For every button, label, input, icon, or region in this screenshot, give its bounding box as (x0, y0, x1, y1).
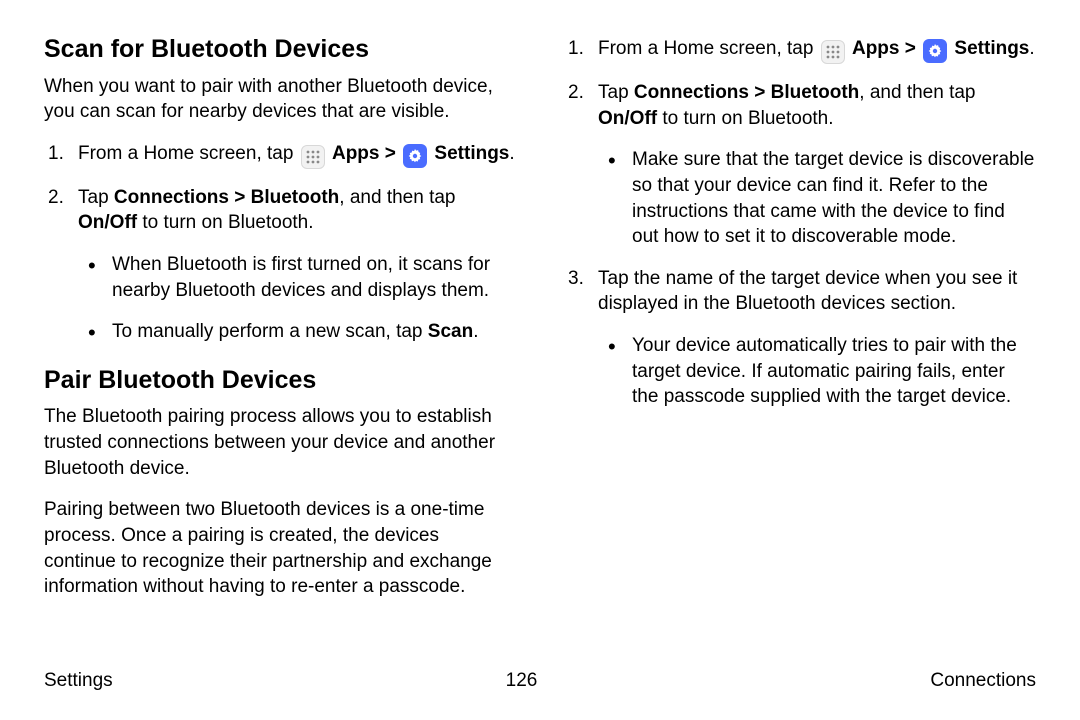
scan-step-1: From a Home screen, tap Apps > Settings. (44, 141, 516, 169)
text: , and then tap (859, 82, 975, 103)
left-column: Scan for Bluetooth Devices When you want… (44, 36, 516, 662)
apps-label: Apps (852, 38, 900, 59)
para-pair-1: The Bluetooth pairing process allows you… (44, 404, 516, 481)
para-scan-intro: When you want to pair with another Bluet… (44, 74, 516, 125)
chevron: > (899, 38, 921, 59)
chevron: > (379, 143, 401, 164)
text-bold: On/Off (78, 212, 137, 233)
scan-sub-2: To manually perform a new scan, tap Scan… (78, 319, 516, 345)
text-bold: On/Off (598, 108, 657, 129)
text: Tap (598, 82, 634, 103)
pair-steps: From a Home screen, tap Apps > Settings.… (564, 36, 1036, 410)
text: From a Home screen, tap (78, 143, 299, 164)
right-column: From a Home screen, tap Apps > Settings.… (564, 36, 1036, 662)
settings-label: Settings (434, 143, 509, 164)
pair-step-3: Tap the name of the target device when y… (564, 266, 1036, 410)
pair-step-2-subs: Make sure that the target device is disc… (598, 147, 1036, 250)
text-bold: Scan (428, 321, 473, 342)
settings-icon (923, 39, 947, 63)
text-bold: Connections > Bluetooth (634, 82, 859, 103)
text-bold: Connections > Bluetooth (114, 187, 339, 208)
scan-steps: From a Home screen, tap Apps > Settings.… (44, 141, 516, 345)
footer-left: Settings (44, 670, 113, 692)
text: . (509, 143, 514, 164)
text: to turn on Bluetooth. (137, 212, 313, 233)
scan-step-2-subs: When Bluetooth is first turned on, it sc… (78, 252, 516, 345)
pair-step-1: From a Home screen, tap Apps > Settings. (564, 36, 1036, 64)
settings-label: Settings (954, 38, 1029, 59)
content-columns: Scan for Bluetooth Devices When you want… (44, 36, 1036, 662)
scan-step-2: Tap Connections > Bluetooth, and then ta… (44, 185, 516, 345)
pair-sub-2: Your device automatically tries to pair … (598, 333, 1036, 410)
pair-step-2: Tap Connections > Bluetooth, and then ta… (564, 80, 1036, 250)
apps-label: Apps (332, 143, 380, 164)
para-pair-2: Pairing between two Bluetooth devices is… (44, 497, 516, 600)
pair-section: Pair Bluetooth Devices The Bluetooth pai… (44, 367, 516, 600)
pair-sub-1: Make sure that the target device is disc… (598, 147, 1036, 250)
text: Tap the name of the target device when y… (598, 268, 1017, 315)
footer-right: Connections (930, 670, 1036, 692)
text: From a Home screen, tap (598, 38, 819, 59)
settings-icon (403, 144, 427, 168)
text: . (473, 321, 478, 342)
text: Tap (78, 187, 114, 208)
text: To manually perform a new scan, tap (112, 321, 428, 342)
scan-sub-1: When Bluetooth is first turned on, it sc… (78, 252, 516, 303)
pair-step-3-subs: Your device automatically tries to pair … (598, 333, 1036, 410)
text: , and then tap (339, 187, 455, 208)
heading-pair: Pair Bluetooth Devices (44, 367, 516, 395)
text: to turn on Bluetooth. (657, 108, 833, 129)
footer-page-number: 126 (506, 670, 538, 692)
heading-scan: Scan for Bluetooth Devices (44, 36, 516, 64)
text: . (1029, 38, 1034, 59)
apps-icon (301, 145, 325, 169)
footer: Settings 126 Connections (44, 670, 1036, 692)
apps-icon (821, 40, 845, 64)
